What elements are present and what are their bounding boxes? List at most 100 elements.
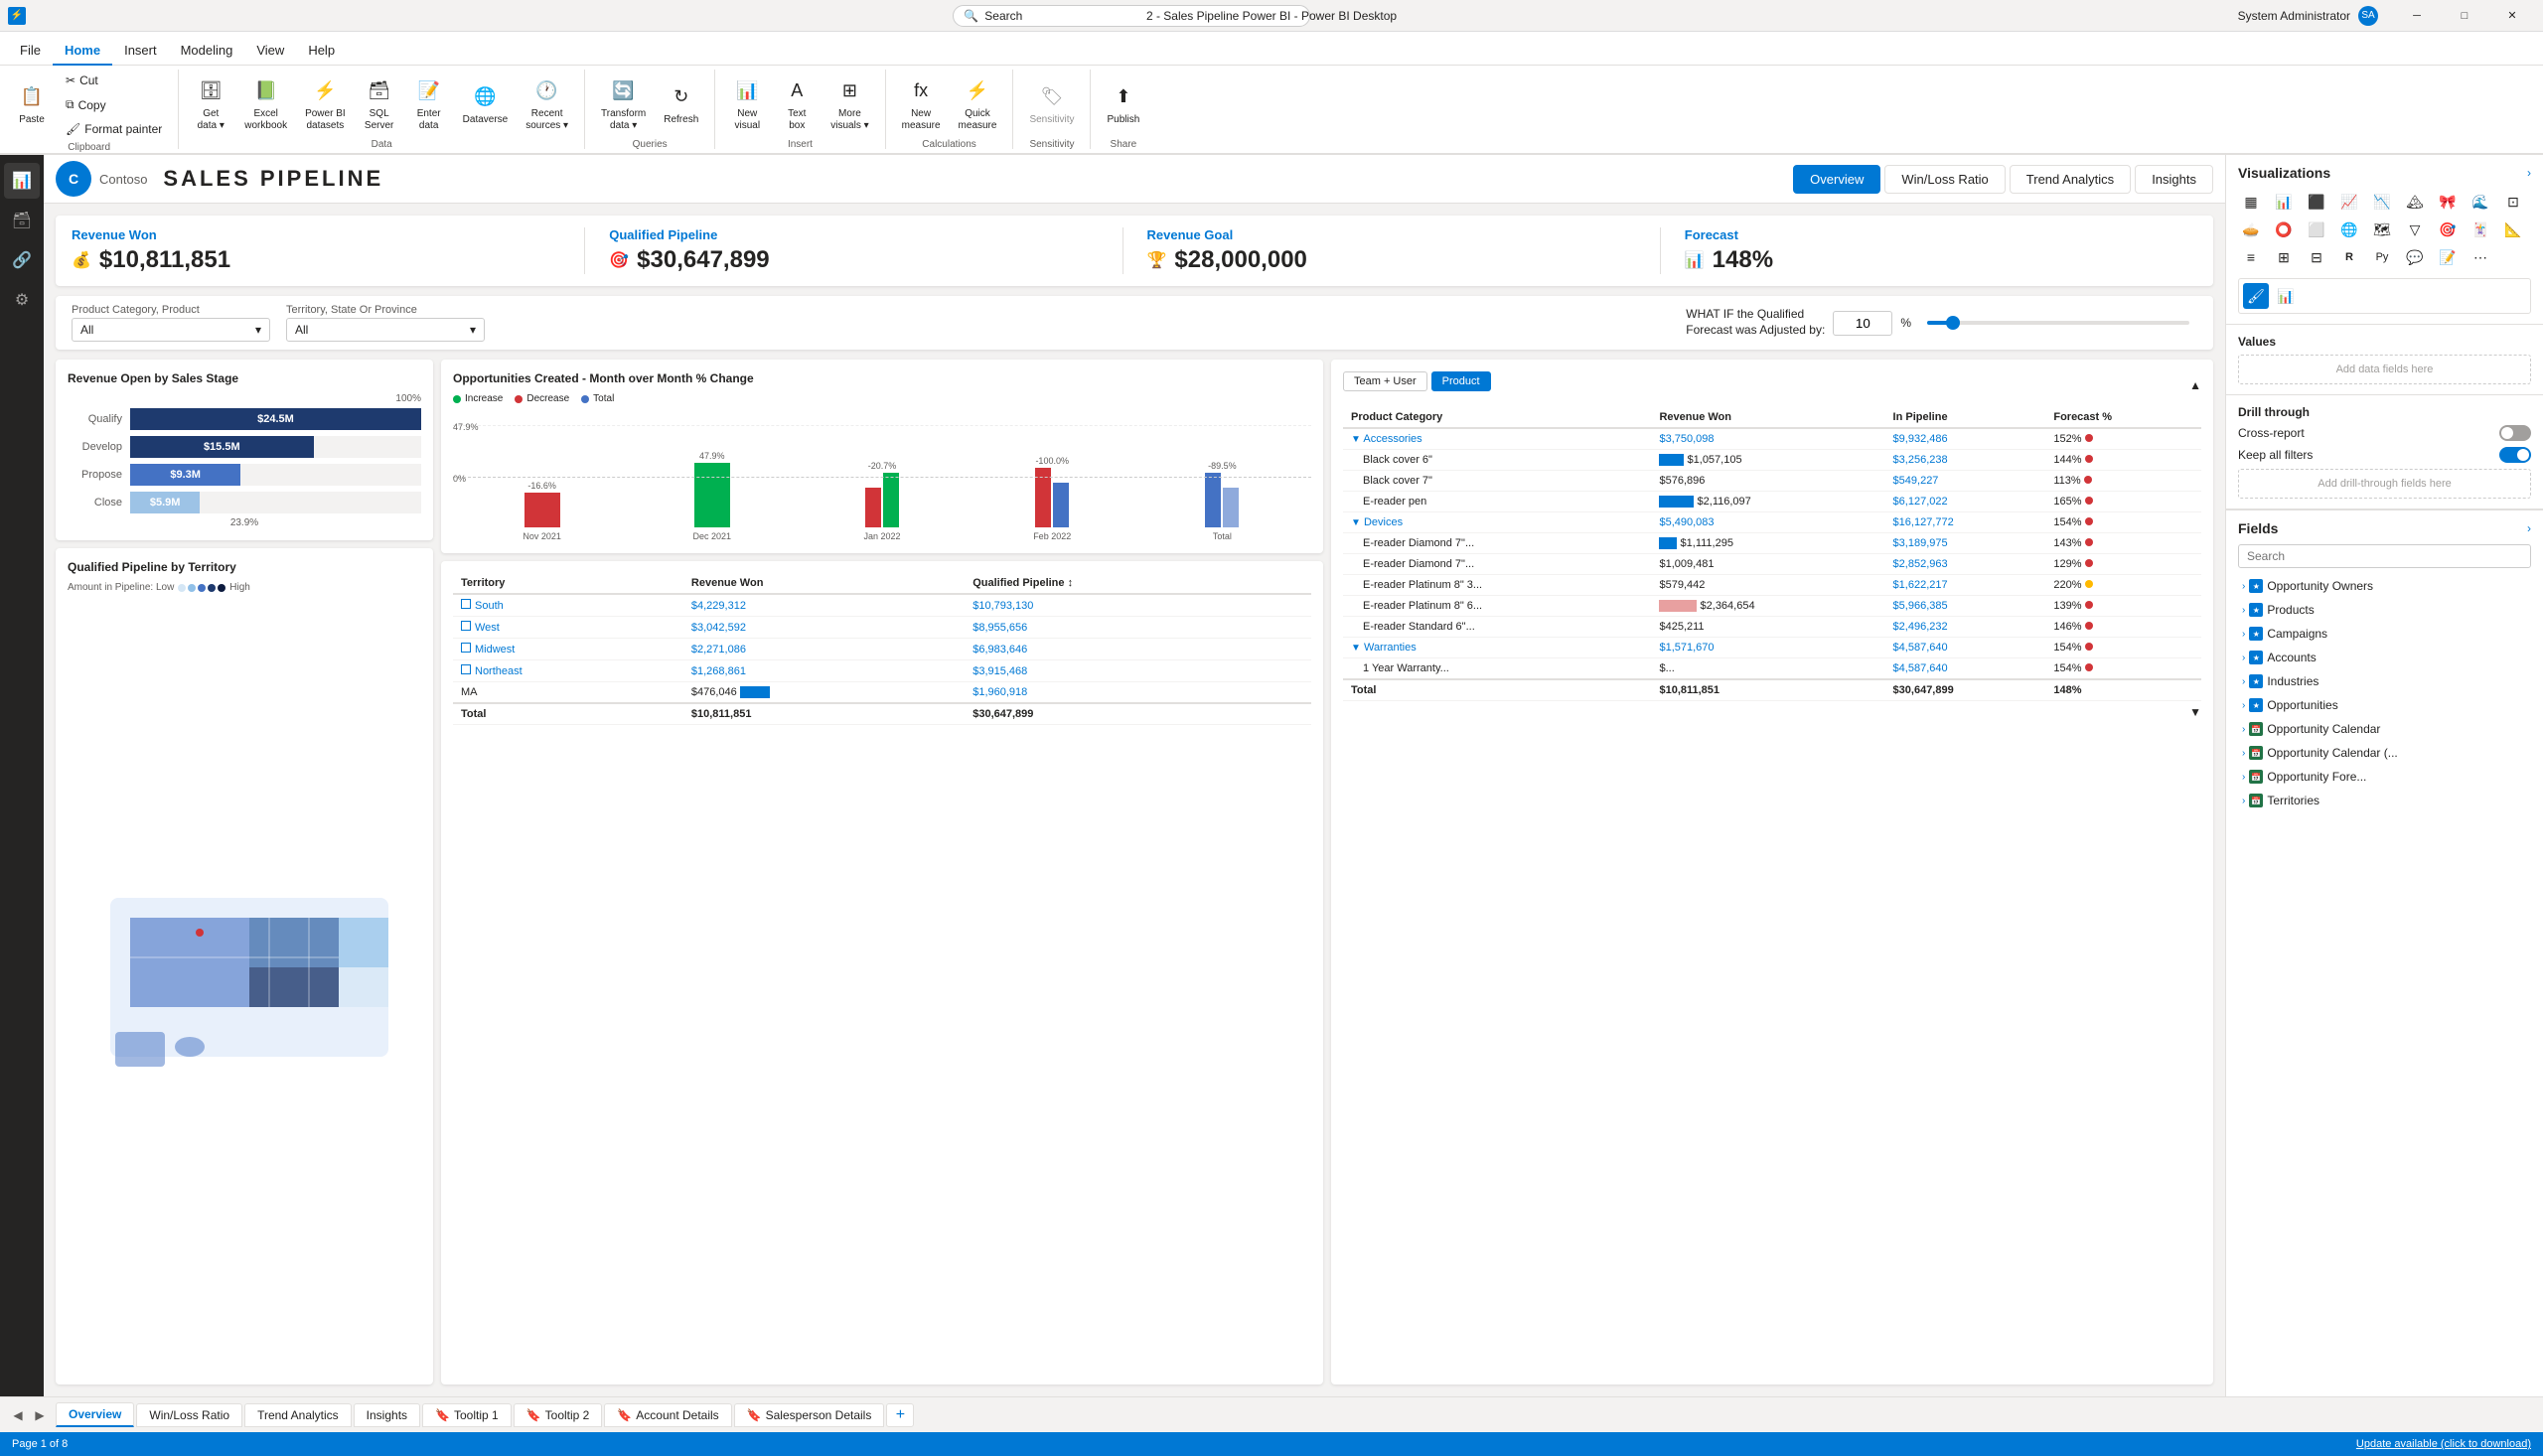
- nav-report-icon[interactable]: 📊: [4, 163, 40, 199]
- viz-icon-waterfall[interactable]: 🌊: [2468, 189, 2493, 215]
- viz-icon-filled-map[interactable]: 🗺: [2369, 217, 2395, 242]
- tab-insights[interactable]: Insights: [2135, 165, 2213, 194]
- toggle-product[interactable]: Product: [1431, 371, 1491, 391]
- field-group-opp-calendar2-header[interactable]: › 📅 Opportunity Calendar (...: [2238, 743, 2531, 763]
- viz-icon-pie[interactable]: 🥧: [2238, 217, 2264, 242]
- enter-data-button[interactable]: 📝 Enterdata: [405, 70, 453, 137]
- drill-placeholder[interactable]: Add drill-through fields here: [2238, 469, 2531, 499]
- tab-winloss[interactable]: Win/Loss Ratio: [1884, 165, 2005, 194]
- field-group-opp-fore-header[interactable]: › 📅 Opportunity Fore...: [2238, 767, 2531, 787]
- viz-analytics-icon[interactable]: 📊: [2273, 283, 2299, 309]
- nav-model-icon[interactable]: 🔗: [4, 242, 40, 278]
- viz-icon-stacked-col[interactable]: 📈: [2336, 189, 2362, 215]
- field-group-campaigns-header[interactable]: › ★ Campaigns: [2238, 624, 2531, 644]
- page-tab-account[interactable]: 🔖 Account Details: [604, 1403, 731, 1427]
- add-page-button[interactable]: +: [886, 1403, 914, 1427]
- viz-icon-funnel[interactable]: ▽: [2402, 217, 2428, 242]
- transform-data-button[interactable]: 🔄 Transformdata ▾: [593, 70, 654, 137]
- viz-icon-stacked-bar[interactable]: ▦: [2238, 189, 2264, 215]
- dataverse-button[interactable]: 🌐 Dataverse: [455, 70, 517, 137]
- tab-nav-left[interactable]: ◀: [8, 1405, 28, 1425]
- get-data-button[interactable]: 🗄 Getdata ▾: [187, 70, 234, 137]
- viz-icon-matrix[interactable]: ⊟: [2304, 244, 2329, 270]
- quick-measure-button[interactable]: ⚡ Quickmeasure: [951, 70, 1005, 137]
- tab-insert[interactable]: Insert: [112, 37, 169, 66]
- cut-button[interactable]: ✂ Cut: [58, 70, 170, 91]
- new-visual-button[interactable]: 📊 Newvisual: [723, 70, 771, 137]
- fields-collapse-button[interactable]: ›: [2527, 521, 2531, 535]
- what-if-input[interactable]: [1833, 311, 1892, 336]
- viz-format-icon[interactable]: 🖌: [2243, 283, 2269, 309]
- viz-icon-more[interactable]: ⋯: [2468, 244, 2493, 270]
- tab-file[interactable]: File: [8, 37, 53, 66]
- viz-icon-area[interactable]: 🏔: [2402, 189, 2428, 215]
- viz-icon-table[interactable]: ⊞: [2271, 244, 2297, 270]
- field-group-opp-calendar-header[interactable]: › 📅 Opportunity Calendar: [2238, 719, 2531, 739]
- nav-dax-icon[interactable]: ⚙: [4, 282, 40, 318]
- update-notice[interactable]: Update available (click to download): [2356, 1438, 2531, 1450]
- tab-trend[interactable]: Trend Analytics: [2010, 165, 2131, 194]
- viz-icon-donut[interactable]: ⭕: [2271, 217, 2297, 242]
- viz-icon-qna[interactable]: 💬: [2402, 244, 2428, 270]
- viz-icon-smart-narrative[interactable]: 📝: [2435, 244, 2461, 270]
- filter-product-select[interactable]: All ▾: [72, 318, 270, 342]
- toggle-team-user[interactable]: Team + User: [1343, 371, 1427, 391]
- keep-filters-toggle[interactable]: [2499, 447, 2531, 463]
- viz-icon-clustered-bar[interactable]: 📊: [2271, 189, 2297, 215]
- minimize-button[interactable]: ─: [2394, 0, 2440, 32]
- page-tab-winloss[interactable]: Win/Loss Ratio: [136, 1403, 242, 1427]
- refresh-button[interactable]: ↻ Refresh: [656, 70, 706, 137]
- expand-warranties-icon[interactable]: ▼: [1351, 643, 1361, 654]
- viz-icon-bar[interactable]: ⬛: [2304, 189, 2329, 215]
- tab-view[interactable]: View: [244, 37, 296, 66]
- tab-home[interactable]: Home: [53, 37, 112, 66]
- tab-modeling[interactable]: Modeling: [169, 37, 245, 66]
- field-group-products-header[interactable]: › ★ Products: [2238, 600, 2531, 620]
- scroll-up-icon[interactable]: ▲: [2189, 378, 2201, 392]
- field-group-accounts-header[interactable]: › ★ Accounts: [2238, 648, 2531, 667]
- field-group-opportunities-header[interactable]: › ★ Opportunities: [2238, 695, 2531, 715]
- cross-report-toggle[interactable]: [2499, 425, 2531, 441]
- copy-button[interactable]: ⧉ Copy: [58, 93, 170, 116]
- new-measure-button[interactable]: fx Newmeasure: [894, 70, 949, 137]
- page-tab-trend[interactable]: Trend Analytics: [244, 1403, 352, 1427]
- publish-button[interactable]: ⬆ Publish: [1099, 70, 1147, 137]
- expand-devices-icon[interactable]: ▼: [1351, 517, 1361, 528]
- recent-sources-button[interactable]: 🕐 Recentsources ▾: [518, 70, 576, 137]
- power-bi-datasets-button[interactable]: ⚡ Power BIdatasets: [297, 70, 354, 137]
- sql-server-button[interactable]: 🗃 SQLServer: [356, 70, 403, 137]
- page-tab-salesperson[interactable]: 🔖 Salesperson Details: [734, 1403, 885, 1427]
- close-button[interactable]: ✕: [2489, 0, 2535, 32]
- field-group-opp-owners-header[interactable]: › ★ Opportunity Owners: [2238, 576, 2531, 596]
- page-tab-tooltip1[interactable]: 🔖 Tooltip 1: [422, 1403, 512, 1427]
- tab-help[interactable]: Help: [296, 37, 347, 66]
- viz-icon-scatter[interactable]: ⊡: [2500, 189, 2526, 215]
- tab-overview[interactable]: Overview: [1793, 165, 1880, 194]
- page-tab-overview[interactable]: Overview: [56, 1402, 134, 1427]
- viz-icon-slicer[interactable]: ≡: [2238, 244, 2264, 270]
- slider-thumb[interactable]: [1946, 316, 1960, 330]
- excel-workbook-button[interactable]: 📗 Excelworkbook: [236, 70, 295, 137]
- viz-icon-python[interactable]: Py: [2369, 244, 2395, 270]
- field-group-territories-header[interactable]: › 📅 Territories: [2238, 791, 2531, 810]
- tab-nav-right[interactable]: ▶: [30, 1405, 50, 1425]
- page-tab-insights[interactable]: Insights: [354, 1403, 420, 1427]
- viz-icon-r[interactable]: R: [2336, 244, 2362, 270]
- viz-collapse-button[interactable]: ›: [2527, 166, 2531, 180]
- viz-icon-treemap[interactable]: ⬜: [2304, 217, 2329, 242]
- fields-search-input[interactable]: [2238, 544, 2531, 568]
- expand-accessories-icon[interactable]: ▼: [1351, 434, 1361, 445]
- field-group-industries-header[interactable]: › ★ Industries: [2238, 671, 2531, 691]
- maximize-button[interactable]: □: [2442, 0, 2487, 32]
- viz-icon-card[interactable]: 🃏: [2468, 217, 2493, 242]
- format-painter-button[interactable]: 🖌 Format painter: [58, 118, 170, 140]
- scroll-down-icon[interactable]: ▼: [2189, 705, 2201, 719]
- more-visuals-button[interactable]: ⊞ Morevisuals ▾: [823, 70, 876, 137]
- paste-button[interactable]: 📋 Paste: [8, 70, 56, 137]
- sensitivity-button[interactable]: 🏷 Sensitivity: [1021, 70, 1082, 137]
- text-box-button[interactable]: A Textbox: [773, 70, 821, 137]
- nav-data-icon[interactable]: 🗃: [4, 203, 40, 238]
- viz-icon-map[interactable]: 🌐: [2336, 217, 2362, 242]
- add-data-placeholder[interactable]: Add data fields here: [2238, 355, 2531, 384]
- viz-icon-line[interactable]: 📉: [2369, 189, 2395, 215]
